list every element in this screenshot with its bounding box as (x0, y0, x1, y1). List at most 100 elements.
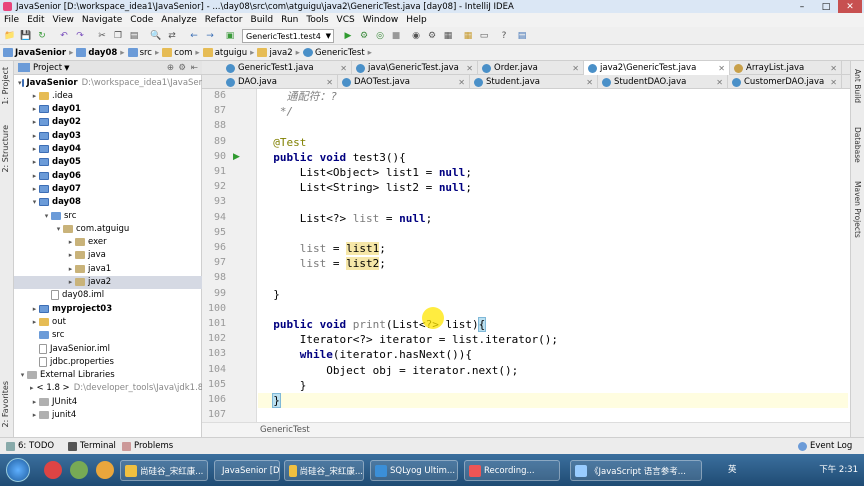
tree-item-com-atguigu[interactable]: ▾ com.atguigu (14, 222, 202, 235)
menu-code[interactable]: Code (126, 15, 157, 25)
save-icon[interactable]: 💾 (20, 30, 32, 42)
collapsed-arrow-icon[interactable]: ▸ (30, 145, 39, 153)
ime-indicator[interactable]: 英 (728, 463, 737, 475)
collapsed-arrow-icon[interactable]: ▸ (30, 92, 39, 100)
tree-item-java1[interactable]: ▸ java1 (14, 262, 202, 275)
hide-panel-icon[interactable]: ⇤ (191, 63, 198, 73)
maximize-button[interactable]: □ (814, 0, 838, 13)
todo-tool-button[interactable]: 6: TODO (6, 441, 54, 451)
run-test-gutter-icon[interactable]: ▶ (233, 152, 240, 162)
tree-item-idea[interactable]: ▸ .idea (14, 89, 202, 102)
expanded-arrow-icon[interactable]: ▾ (18, 371, 27, 379)
menu-edit[interactable]: Edit (23, 15, 48, 25)
undo-icon[interactable]: ↶ (58, 30, 70, 42)
editor-tab[interactable]: GenericTest1.java ✕ (222, 61, 352, 75)
collapsed-arrow-icon[interactable]: ▸ (30, 411, 39, 419)
taskbar-item[interactable]: Recording... (464, 460, 560, 481)
collapsed-arrow-icon[interactable]: ▸ (30, 118, 39, 126)
tree-item-day01[interactable]: ▸ day01 (14, 103, 202, 116)
taskbar-item[interactable]: SQLyog Ultim... (370, 460, 458, 481)
open-icon[interactable]: 📁 (4, 30, 16, 42)
editor-tab[interactable]: java\GenericTest.java ✕ (352, 61, 478, 75)
collapsed-arrow-icon[interactable]: ▸ (30, 318, 39, 326)
breadcrumb-item[interactable]: day08 ▸ (76, 48, 125, 58)
menu-refactor[interactable]: Refactor (201, 15, 247, 25)
tree-item-day04[interactable]: ▸ day04 (14, 143, 202, 156)
tree-item-day05[interactable]: ▸ day05 (14, 156, 202, 169)
gear-icon[interactable]: ⚙ (178, 63, 186, 73)
debug-icon[interactable]: ⚙ (358, 30, 370, 42)
menu-run[interactable]: Run (277, 15, 302, 25)
tree-item-src[interactable]: src (14, 329, 202, 342)
tree-item-1-8[interactable]: ▸ < 1.8 > D:\developer_tools\Java\jdk1.8.0 (14, 382, 202, 395)
breadcrumb-item[interactable]: atguigu ▸ (202, 48, 254, 58)
vcs-icon[interactable]: ◉ (410, 30, 422, 42)
close-tab-icon[interactable]: ✕ (716, 78, 723, 87)
menu-file[interactable]: File (0, 15, 23, 25)
tree-item-day02[interactable]: ▸ day02 (14, 116, 202, 129)
menu-view[interactable]: View (49, 15, 78, 25)
close-tab-icon[interactable]: ✕ (340, 64, 347, 73)
editor-tab[interactable]: DAOTest.java ✕ (338, 75, 470, 89)
taskbar-item[interactable]: 尚硅谷_宋红康... (120, 460, 208, 481)
close-tab-icon[interactable]: ✕ (458, 78, 465, 87)
collapsed-arrow-icon[interactable]: ▸ (30, 305, 39, 313)
taskbar-item[interactable]: 《JavaScript 语言参考... (570, 460, 702, 481)
expanded-arrow-icon[interactable]: ▾ (18, 79, 22, 87)
tree-item-day03[interactable]: ▸ day03 (14, 129, 202, 142)
collapsed-arrow-icon[interactable]: ▸ (30, 132, 39, 140)
project-tool-tab[interactable]: 1: Project (1, 67, 10, 105)
tree-item-junit4[interactable]: ▸ JUnit4 (14, 395, 202, 408)
editor-tab[interactable]: java2\GenericTest.java ✕ (584, 61, 730, 75)
menu-build[interactable]: Build (247, 15, 278, 25)
tree-item-day08[interactable]: ▾ day08 (14, 196, 202, 209)
sync-icon[interactable]: ↻ (36, 30, 48, 42)
tree-item-javasenior-iml[interactable]: JavaSenior.iml (14, 342, 202, 355)
run-icon[interactable]: ▶ (342, 30, 354, 42)
event-log-button[interactable]: Event Log (798, 441, 852, 451)
menu-vcs[interactable]: VCS (333, 15, 359, 25)
terminal-icon[interactable]: ▭ (478, 30, 490, 42)
close-tab-icon[interactable]: ✕ (586, 78, 593, 87)
tree-item-java2[interactable]: ▸ java2 (14, 275, 202, 289)
back-icon[interactable]: ← (188, 30, 200, 42)
editor-tab[interactable]: Student.java ✕ (470, 75, 598, 89)
breadcrumb-item[interactable]: src ▸ (127, 48, 159, 58)
menu-window[interactable]: Window (359, 15, 403, 25)
find-icon[interactable]: 🔍 (150, 30, 162, 42)
settings-icon[interactable]: ⚙ (426, 30, 438, 42)
collapsed-arrow-icon[interactable]: ▸ (30, 185, 39, 193)
tree-item-java[interactable]: ▸ java (14, 249, 202, 262)
editor-tab[interactable]: DAO.java ✕ (222, 75, 338, 89)
close-tab-icon[interactable]: ✕ (572, 64, 579, 73)
collapsed-arrow-icon[interactable]: ▸ (30, 158, 39, 166)
help-icon[interactable]: ? (498, 30, 510, 42)
coverage-icon[interactable]: ◎ (374, 30, 386, 42)
chevron-down-icon[interactable]: ▼ (64, 64, 69, 72)
paste-icon[interactable]: ▤ (128, 30, 140, 42)
breadcrumb-item[interactable]: GenericTest ▸ (302, 48, 372, 58)
tree-item-javasenior[interactable]: ▾ JavaSenior D:\workspace_idea1\JavaSenior (14, 76, 202, 89)
menu-tools[interactable]: Tools (302, 15, 332, 25)
favorites-tool-tab[interactable]: 2: Favorites (1, 381, 10, 427)
stop-icon[interactable]: ■ (390, 30, 402, 42)
collapsed-arrow-icon[interactable]: ▸ (66, 278, 75, 286)
editor-tab[interactable]: ArrayList.java ✕ (730, 61, 842, 75)
forward-icon[interactable]: → (204, 30, 216, 42)
tree-item-myproject03[interactable]: ▸ myproject03 (14, 302, 202, 315)
expanded-arrow-icon[interactable]: ▾ (42, 212, 51, 220)
breadcrumb-item[interactable]: com ▸ (162, 48, 200, 58)
close-tab-icon[interactable]: ✕ (718, 64, 725, 73)
problems-tool-button[interactable]: Problems (122, 441, 173, 451)
tree-item-jdbc-properties[interactable]: jdbc.properties (14, 355, 202, 368)
tree-item-src[interactable]: ▾ src (14, 209, 202, 222)
copy-icon[interactable]: ❐ (112, 30, 124, 42)
collapsed-arrow-icon[interactable]: ▸ (30, 105, 39, 113)
collapsed-arrow-icon[interactable]: ▸ (66, 251, 75, 259)
collapsed-arrow-icon[interactable]: ▸ (30, 172, 39, 180)
sdk-icon[interactable]: ▦ (462, 30, 474, 42)
close-tab-icon[interactable]: ✕ (466, 64, 473, 73)
collapsed-arrow-icon[interactable]: ▸ (66, 265, 75, 273)
breadcrumb-item[interactable]: JavaSenior ▸ (3, 48, 73, 58)
code-editor[interactable]: 86 87 88 89 90 91 92 93 94 95 96 97 98 99 100 101 102 103… (202, 89, 850, 422)
